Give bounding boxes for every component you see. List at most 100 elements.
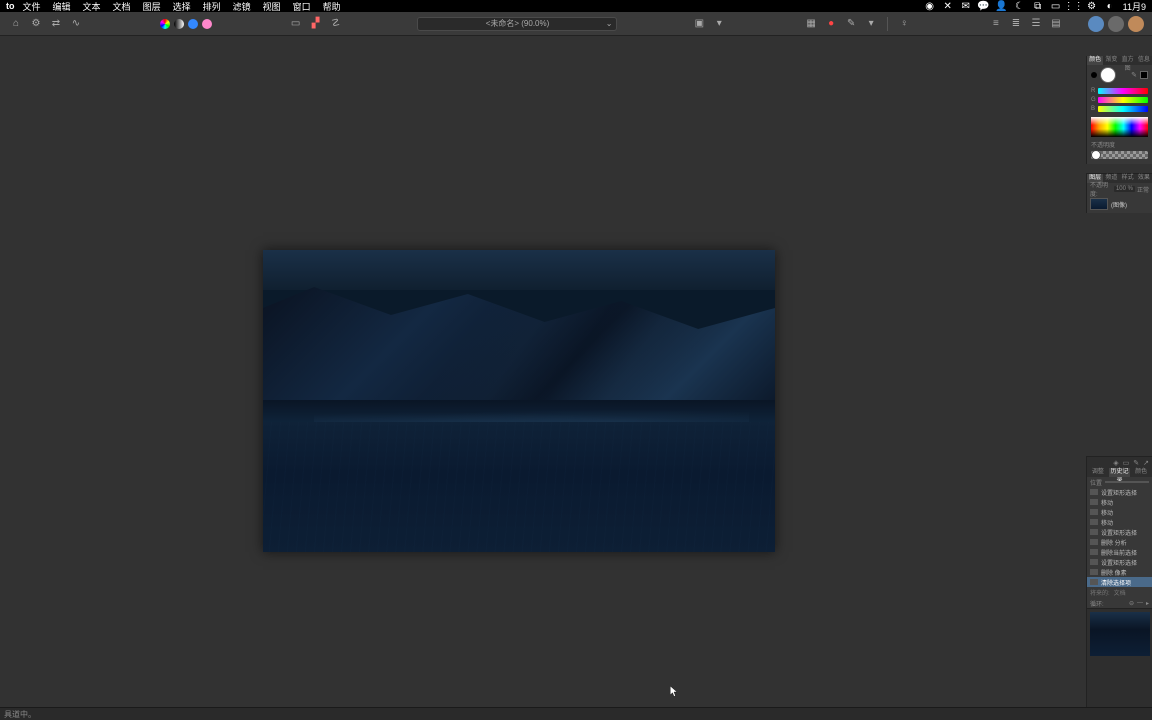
history-item[interactable]: 删除 分析 bbox=[1087, 537, 1152, 547]
status-wifi-icon[interactable]: ⋮⋮ bbox=[1067, 0, 1081, 12]
panel-icons-row: ◈ ▭ ✎ ↗ bbox=[1086, 456, 1152, 468]
status-siri-icon[interactable]: ◐ bbox=[1103, 0, 1117, 12]
status-chat-icon[interactable]: 💬 bbox=[977, 0, 991, 12]
blue-slider[interactable]: B bbox=[1091, 105, 1148, 113]
green-slider[interactable]: G bbox=[1091, 96, 1148, 104]
navigator-thumbnail[interactable] bbox=[1090, 612, 1150, 656]
panel-icon-1[interactable]: ◈ bbox=[1113, 459, 1118, 467]
history-position-slider[interactable] bbox=[1105, 481, 1149, 483]
tab-styles[interactable]: 样式 bbox=[1120, 174, 1136, 183]
menu-text[interactable]: 文本 bbox=[83, 0, 101, 13]
menu-layer[interactable]: 图层 bbox=[143, 0, 161, 13]
lasso-icon[interactable]: ☡ bbox=[328, 16, 344, 32]
status-battery-icon[interactable]: ▭ bbox=[1049, 0, 1063, 12]
canvas-area[interactable] bbox=[0, 36, 1084, 707]
color-reset-icon[interactable] bbox=[1140, 71, 1148, 79]
chevron-down-icon[interactable]: ▾ bbox=[711, 16, 727, 32]
menu-edit[interactable]: 编辑 bbox=[53, 0, 71, 13]
wand-icon[interactable]: ✎ bbox=[843, 16, 859, 32]
document-title-dropdown[interactable]: <未命名> (90.0%) ⌄ bbox=[417, 17, 617, 31]
history-item[interactable]: 删除 像素 bbox=[1087, 567, 1152, 577]
history-item[interactable]: 移动 bbox=[1087, 507, 1152, 517]
history-item[interactable]: 设置矩形选择 bbox=[1087, 557, 1152, 567]
settings-icon[interactable]: ⚙ bbox=[28, 16, 44, 32]
history-minus-icon[interactable]: ⊖ bbox=[1129, 600, 1134, 607]
tab-gradient[interactable]: 渐变 bbox=[1103, 56, 1119, 65]
tab-histogram[interactable]: 直方图 bbox=[1120, 56, 1136, 65]
persona-liquify-icon[interactable] bbox=[1108, 16, 1124, 32]
menu-select[interactable]: 选择 bbox=[173, 0, 191, 13]
status-wechat-icon[interactable]: ✉ bbox=[959, 0, 973, 12]
app-name[interactable]: to bbox=[6, 1, 15, 11]
history-item[interactable]: 删除当前选择 bbox=[1087, 547, 1152, 557]
panel-icon-2[interactable]: ▭ bbox=[1123, 459, 1130, 467]
menu-document[interactable]: 文档 bbox=[113, 0, 131, 13]
color-spectrum[interactable] bbox=[1091, 117, 1148, 137]
history-step-icon bbox=[1090, 519, 1098, 525]
color-wheel-icon[interactable] bbox=[160, 19, 170, 29]
opacity-slider[interactable] bbox=[1091, 151, 1148, 159]
tab-info[interactable]: 信息 bbox=[1136, 56, 1152, 65]
record-icon[interactable]: ● bbox=[823, 16, 839, 32]
history-item-label: 删除当前选择 bbox=[1101, 548, 1137, 557]
grayscale-icon[interactable] bbox=[174, 19, 184, 29]
align-center-icon[interactable]: ≣ bbox=[1008, 16, 1024, 32]
history-slider-icon[interactable]: — bbox=[1137, 600, 1143, 606]
panel-icon-3[interactable]: ✎ bbox=[1133, 459, 1139, 467]
persona-photo-icon[interactable] bbox=[1088, 16, 1104, 32]
history-step-icon bbox=[1090, 579, 1098, 585]
status-x-icon[interactable]: ✕ bbox=[941, 0, 955, 12]
layer-opacity-value[interactable]: 100 % bbox=[1114, 186, 1135, 192]
tab-color[interactable]: 颜色 bbox=[1087, 56, 1103, 65]
layer-blend-mode[interactable]: 正常 bbox=[1137, 185, 1149, 194]
align-right-icon[interactable]: ☰ bbox=[1028, 16, 1044, 32]
rect-select-icon[interactable]: ▭ bbox=[288, 16, 304, 32]
status-display-icon[interactable]: ⧉ bbox=[1031, 0, 1045, 12]
camera-icon[interactable]: ▣ bbox=[691, 16, 707, 32]
status-control-icon[interactable]: ⚙ bbox=[1085, 0, 1099, 12]
history-item[interactable]: 移动 bbox=[1087, 517, 1152, 527]
layer-row[interactable]: (图像) bbox=[1087, 195, 1152, 213]
status-user-icon[interactable]: 👤 bbox=[995, 0, 1009, 12]
menu-filter[interactable]: 滤镜 bbox=[233, 0, 251, 13]
menu-arrange[interactable]: 排列 bbox=[203, 0, 221, 13]
history-item[interactable]: 设置矩形选择 bbox=[1087, 527, 1152, 537]
sync-icon[interactable]: ⇄ bbox=[48, 16, 64, 32]
menu-help[interactable]: 帮助 bbox=[323, 0, 341, 13]
chevron-down-icon[interactable]: ▾ bbox=[863, 16, 879, 32]
menubar-clock[interactable]: 11月9 bbox=[1123, 0, 1146, 13]
person-icon[interactable]: ♀ bbox=[896, 16, 912, 32]
menu-file[interactable]: 文件 bbox=[23, 0, 41, 13]
history-item-label: 设置矩形选择 bbox=[1101, 558, 1137, 567]
persona-develop-icon[interactable] bbox=[1128, 16, 1144, 32]
color-dot-pink[interactable] bbox=[202, 19, 212, 29]
red-slider[interactable]: R bbox=[1091, 87, 1148, 95]
grid-icon[interactable]: ▦ bbox=[803, 16, 819, 32]
fg-color-swatch[interactable] bbox=[1100, 67, 1116, 83]
align-left-icon[interactable]: ≡ bbox=[988, 16, 1004, 32]
history-item[interactable]: 移动 bbox=[1087, 497, 1152, 507]
panel-icon-4[interactable]: ↗ bbox=[1143, 459, 1149, 467]
status-dnd-icon[interactable]: ☾ bbox=[1013, 0, 1027, 12]
navigator-panel bbox=[1087, 608, 1152, 720]
crop-icon[interactable]: ▞ bbox=[308, 16, 324, 32]
bg-color-swatch[interactable] bbox=[1091, 72, 1097, 78]
status-record-icon[interactable]: ◉ bbox=[923, 0, 937, 12]
eyedropper-icon[interactable]: ✎ bbox=[1131, 71, 1137, 79]
tab-effects[interactable]: 效果 bbox=[1136, 174, 1152, 183]
history-item[interactable]: 设置矩形选择 bbox=[1087, 487, 1152, 497]
menu-view[interactable]: 视图 bbox=[263, 0, 281, 13]
align-justify-icon[interactable]: ▤ bbox=[1048, 16, 1064, 32]
home-icon[interactable]: ⌂ bbox=[8, 16, 24, 32]
canvas-image[interactable] bbox=[263, 250, 775, 552]
share-icon[interactable]: ∿ bbox=[68, 16, 84, 32]
color-dot-blue[interactable] bbox=[188, 19, 198, 29]
tab-history[interactable]: 历史记录 bbox=[1109, 468, 1131, 477]
history-item[interactable]: 清除选择项 bbox=[1087, 577, 1152, 587]
layer-name[interactable]: (图像) bbox=[1111, 200, 1127, 209]
history-play-icon[interactable]: ▸ bbox=[1146, 600, 1149, 607]
image-sky-region bbox=[263, 250, 775, 290]
menu-window[interactable]: 窗口 bbox=[293, 0, 311, 13]
tab-colors[interactable]: 颜色 bbox=[1130, 468, 1152, 477]
tab-adjust[interactable]: 调整 bbox=[1087, 468, 1109, 477]
